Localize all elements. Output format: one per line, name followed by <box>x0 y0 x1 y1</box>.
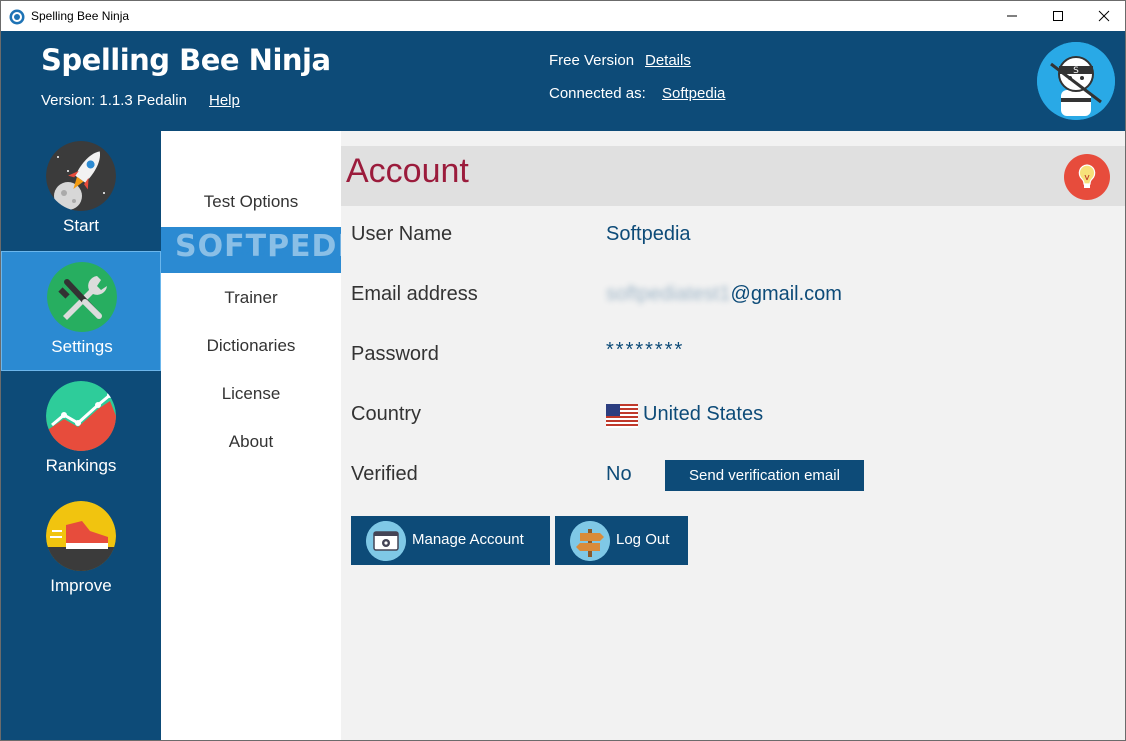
minimize-button[interactable] <box>989 1 1035 31</box>
close-icon <box>1098 10 1110 22</box>
us-flag-icon <box>606 404 638 428</box>
country-label: Country <box>351 403 422 425</box>
nav-settings-label: Settings <box>51 337 113 356</box>
maximize-icon <box>1053 11 1063 21</box>
account-panel: Account User Name Softpedia Email addres… <box>341 131 1125 740</box>
version-label: Version: 1.1.3 Pedalin <box>41 92 187 109</box>
password-label: Password <box>351 343 439 365</box>
password-value: ******** <box>606 339 685 361</box>
svg-text:S: S <box>1073 66 1079 76</box>
submenu-test-options[interactable]: Test Options <box>161 179 341 225</box>
user-link[interactable]: Softpedia <box>662 85 725 102</box>
details-link[interactable]: Details <box>645 52 691 69</box>
verified-value: No <box>606 463 632 485</box>
rocket-icon <box>46 141 116 211</box>
manage-account-button[interactable]: Manage Account <box>351 516 550 565</box>
maximize-button[interactable] <box>1035 1 1081 31</box>
tip-button[interactable] <box>1064 154 1110 200</box>
ninja-avatar[interactable]: S <box>1037 42 1115 120</box>
chart-icon <box>46 381 116 451</box>
email-local-part: softpediatest1 <box>606 283 731 305</box>
username-label: User Name <box>351 223 453 245</box>
nav-rankings[interactable]: Rankings <box>1 371 161 491</box>
nav-settings[interactable]: Settings <box>1 251 161 371</box>
settings-submenu: Test Options Account Trainer Dictionarie… <box>161 131 373 740</box>
submenu-license[interactable]: License <box>161 371 341 417</box>
send-verification-button[interactable]: Send verification email <box>665 460 864 491</box>
nav-improve[interactable]: Improve <box>1 491 161 611</box>
manage-account-label: Manage Account <box>412 531 524 548</box>
log-out-button[interactable]: Log Out <box>555 516 688 565</box>
app-icon <box>9 9 25 25</box>
title-bar: Spelling Bee Ninja <box>0 0 1126 31</box>
panel-header: Account <box>341 146 1125 206</box>
lightbulb-icon <box>1078 164 1096 188</box>
ninja-icon: S <box>1037 42 1115 120</box>
submenu-trainer[interactable]: Trainer <box>161 275 341 321</box>
connected-as-label: Connected as: <box>549 85 646 102</box>
nav-start-label: Start <box>63 216 99 235</box>
nav-start[interactable]: Start <box>1 131 161 251</box>
account-card-icon <box>366 521 406 561</box>
username-value: Softpedia <box>606 223 691 245</box>
submenu-dictionaries[interactable]: Dictionaries <box>161 323 341 369</box>
window-title: Spelling Bee Ninja <box>31 9 130 23</box>
email-label: Email address <box>351 283 478 305</box>
nav-improve-label: Improve <box>50 576 112 595</box>
submenu-account[interactable]: Account <box>161 227 341 273</box>
help-link[interactable]: Help <box>209 92 240 109</box>
submenu-about[interactable]: About <box>161 419 341 465</box>
free-version-label: Free Version <box>549 52 635 69</box>
minimize-icon <box>1007 15 1017 17</box>
email-value: softpediatest1@gmail.com <box>606 283 842 306</box>
verified-label: Verified <box>351 463 418 485</box>
log-out-label: Log Out <box>616 531 670 548</box>
page-title: Account <box>346 152 469 190</box>
signpost-icon <box>570 521 610 561</box>
running-shoe-icon <box>46 501 116 571</box>
email-domain: @gmail.com <box>730 283 842 305</box>
tools-icon <box>47 262 117 332</box>
app-name: Spelling Bee Ninja <box>41 43 331 77</box>
main-nav: Start Settings Rankings Improve <box>1 131 161 740</box>
app-header: Spelling Bee Ninja Version: 1.1.3 Pedali… <box>1 31 1125 131</box>
close-button[interactable] <box>1081 1 1126 31</box>
nav-rankings-label: Rankings <box>45 456 117 475</box>
country-value: United States <box>643 403 764 425</box>
